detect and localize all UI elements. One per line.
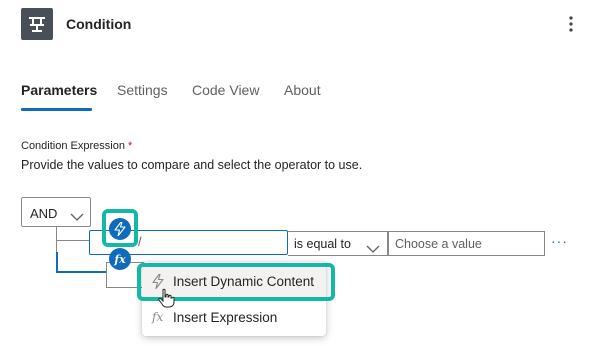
- tab-about[interactable]: About: [284, 82, 321, 98]
- more-options-icon[interactable]: [562, 14, 580, 34]
- tab-code-view[interactable]: Code View: [192, 82, 259, 98]
- operator-dropdown[interactable]: is equal to: [288, 231, 388, 256]
- right-value-input[interactable]: Choose a value: [388, 231, 545, 256]
- active-tab-indicator: [21, 108, 92, 111]
- required-marker: *: [128, 140, 133, 152]
- fx-icon: fx: [114, 252, 126, 266]
- highlight-dynamic-content-button: [102, 209, 138, 247]
- tab-settings[interactable]: Settings: [117, 82, 168, 98]
- logic-operator-value: AND: [30, 206, 58, 221]
- operator-value: is equal to: [294, 237, 351, 251]
- hand-cursor-icon: [157, 288, 175, 313]
- chevron-down-icon: [366, 240, 380, 258]
- field-description: Provide the values to compare and select…: [21, 158, 363, 172]
- field-label: Condition Expression *: [21, 140, 132, 152]
- tree-connector-branch: [56, 240, 90, 241]
- insert-expression-button[interactable]: fx: [109, 248, 131, 270]
- condition-icon: [21, 8, 53, 40]
- right-value-placeholder: Choose a value: [395, 237, 482, 251]
- field-label-text: Condition Expression: [21, 140, 125, 152]
- logic-operator-dropdown[interactable]: AND: [21, 197, 91, 227]
- row-more-options-button[interactable]: ···: [551, 233, 568, 249]
- tab-parameters[interactable]: Parameters: [21, 82, 97, 98]
- left-value-text: /: [138, 234, 142, 249]
- tree-connector-active-vertical: [56, 252, 58, 273]
- menu-item-label: Insert Expression: [173, 310, 278, 325]
- tree-connector-active-branch: [56, 271, 110, 273]
- chevron-down-icon: [70, 208, 84, 226]
- page-title: Condition: [66, 16, 132, 32]
